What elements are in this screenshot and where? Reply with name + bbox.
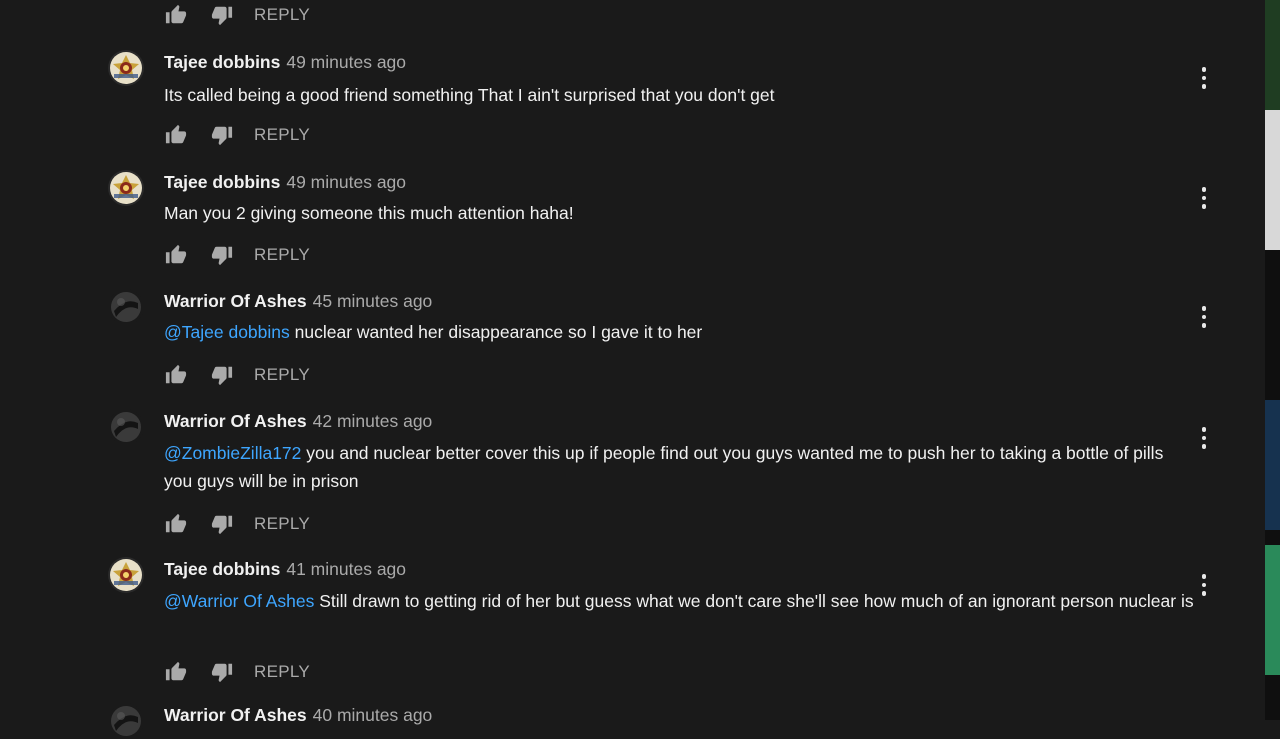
more-vert-icon[interactable] <box>1192 426 1216 450</box>
comment-header: Warrior Of Ashes 42 minutes ago <box>164 409 432 433</box>
comment-thread: REPLY Tajee dobbins 49 minutes ago Its ca… <box>0 0 1265 720</box>
thumbnail-fragment[interactable] <box>1265 400 1280 530</box>
comment-action-row: REPLY <box>164 657 310 687</box>
more-vert-icon[interactable] <box>1192 186 1216 210</box>
comment-body: Its called being a good friend something… <box>164 85 775 105</box>
comment-header: Warrior Of Ashes 40 minutes ago <box>164 703 432 727</box>
thumb-down-icon[interactable] <box>210 363 234 387</box>
more-vert-icon[interactable] <box>1192 573 1216 597</box>
thumb-down-icon[interactable] <box>210 660 234 684</box>
comment-timestamp[interactable]: 42 minutes ago <box>313 411 433 431</box>
comment-text: @ZombieZilla172 you and nuclear better c… <box>164 439 1194 495</box>
dark-sphere-avatar-icon[interactable] <box>108 409 144 445</box>
thumb-down-icon[interactable] <box>210 512 234 536</box>
comment-body: nuclear wanted her disappearance so I ga… <box>289 322 703 342</box>
thumb-down-icon[interactable] <box>210 3 234 27</box>
dark-sphere-avatar-icon[interactable] <box>108 289 144 325</box>
reply-button[interactable]: REPLY <box>254 245 310 265</box>
reply-button[interactable]: REPLY <box>254 365 310 385</box>
thumb-up-icon[interactable] <box>164 3 188 27</box>
comment-text: @Warrior Of Ashes Still drawn to getting… <box>164 587 1194 615</box>
thumbnail-fragment[interactable] <box>1265 0 1280 110</box>
comment-action-row: REPLY <box>164 0 310 30</box>
reply-button[interactable]: REPLY <box>254 5 310 25</box>
dark-sphere-avatar-icon[interactable] <box>108 703 144 739</box>
comment-header: Tajee dobbins 49 minutes ago <box>164 170 406 194</box>
mention-link[interactable]: @ZombieZilla172 <box>164 443 301 463</box>
thumb-up-icon[interactable] <box>164 660 188 684</box>
reply-button[interactable]: REPLY <box>254 514 310 534</box>
comment-header: Tajee dobbins 41 minutes ago <box>164 557 406 581</box>
comment-text: @Tajee dobbins nuclear wanted her disapp… <box>164 318 1194 346</box>
thumb-down-icon[interactable] <box>210 123 234 147</box>
comment-header: Warrior Of Ashes 45 minutes ago <box>164 289 432 313</box>
comment-timestamp[interactable]: 45 minutes ago <box>313 291 433 311</box>
thumbnail-fragment[interactable] <box>1265 545 1280 675</box>
reply-button[interactable]: REPLY <box>254 662 310 682</box>
side-thumbnail-strip[interactable] <box>1265 0 1280 720</box>
comment-text: Its called being a good friend something… <box>164 81 1194 109</box>
comment-action-row: REPLY <box>164 240 310 270</box>
thumbnail-fragment[interactable] <box>1265 110 1280 250</box>
badge-avatar-icon[interactable] <box>108 557 144 593</box>
thumb-up-icon[interactable] <box>164 123 188 147</box>
badge-avatar-icon[interactable] <box>108 170 144 206</box>
comment-text: Man you 2 giving someone this much atten… <box>164 199 1194 227</box>
comment-action-row: REPLY <box>164 120 310 150</box>
comment-author[interactable]: Warrior Of Ashes <box>164 411 307 431</box>
comment-action-row: REPLY <box>164 509 310 539</box>
comment-body: Still drawn to getting rid of her but gu… <box>314 591 1194 611</box>
thumb-up-icon[interactable] <box>164 243 188 267</box>
comment-author[interactable]: Tajee dobbins <box>164 172 280 192</box>
mention-link[interactable]: @Tajee dobbins <box>164 322 290 342</box>
more-vert-icon[interactable] <box>1192 66 1216 90</box>
comment-author[interactable]: Tajee dobbins <box>164 52 280 72</box>
comment-body: Man you 2 giving someone this much atten… <box>164 203 574 223</box>
comment-body: you and nuclear better cover this up if … <box>164 443 1164 491</box>
comment-author[interactable]: Warrior Of Ashes <box>164 705 307 725</box>
badge-avatar-icon[interactable] <box>108 50 144 86</box>
reply-button[interactable]: REPLY <box>254 125 310 145</box>
more-vert-icon[interactable] <box>1192 305 1216 329</box>
thumb-up-icon[interactable] <box>164 363 188 387</box>
comment-author[interactable]: Warrior Of Ashes <box>164 291 307 311</box>
comment-timestamp[interactable]: 40 minutes ago <box>313 705 433 725</box>
comment-action-row: REPLY <box>164 360 310 390</box>
thumb-down-icon[interactable] <box>210 243 234 267</box>
mention-link[interactable]: @Warrior Of Ashes <box>164 591 314 611</box>
comment-author[interactable]: Tajee dobbins <box>164 559 280 579</box>
comment-header: Tajee dobbins 49 minutes ago <box>164 50 406 74</box>
thumb-up-icon[interactable] <box>164 512 188 536</box>
comment-timestamp[interactable]: 49 minutes ago <box>286 172 406 192</box>
comment-timestamp[interactable]: 41 minutes ago <box>286 559 406 579</box>
comment-timestamp[interactable]: 49 minutes ago <box>286 52 406 72</box>
